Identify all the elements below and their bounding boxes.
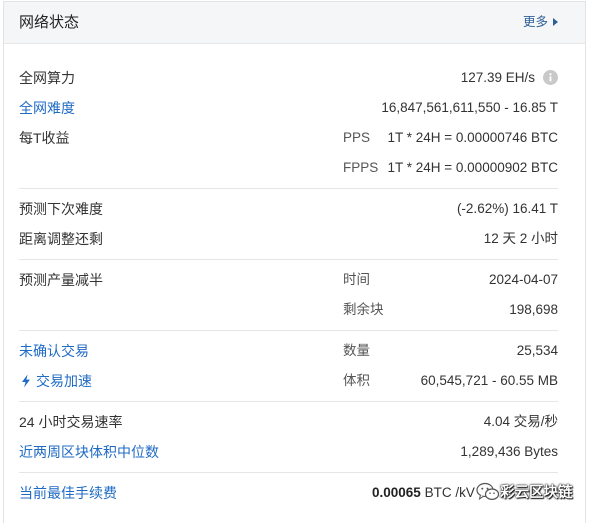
row-tx-rate: 24 小时交易速率 4.04 交易/秒 — [19, 407, 558, 437]
group-fee: 当前最佳手续费 0.00065 BTC /kV 彩云区块链 — [19, 473, 573, 513]
group-adjustment: 预测下次难度 (-2.62%) 16.41 T 距离调整还剩 12 天 2 小时 — [19, 189, 558, 260]
unconfirmed-link[interactable]: 未确认交易 — [19, 336, 89, 366]
halving-blocks-label: 剩余块 — [343, 302, 384, 317]
row-median-block-size: 近两周区块体积中位数 1,289,436 Bytes — [19, 437, 558, 467]
row-difficulty: 全网难度 16,847,561,611,550 - 16.85 T — [19, 93, 558, 123]
row-earnings-fpps: FPPS 1T * 24H = 0.00000902 BTC — [19, 153, 558, 183]
fpps-value: 1T * 24H = 0.00000902 BTC — [387, 160, 559, 175]
tx-rate-value: 4.04 交易/秒 — [483, 414, 558, 429]
group-mining: 全网算力 127.39 EH/s 全网难度 16,847,561,611,550… — [19, 58, 558, 189]
adjustment-remaining-value: 12 天 2 小时 — [483, 231, 558, 246]
halving-blocks-value: 198,698 — [509, 302, 558, 317]
pps-value: 1T * 24H = 0.00000746 BTC — [387, 130, 559, 145]
watermark: 彩云区块链 — [476, 478, 573, 508]
more-label: 更多 — [522, 15, 548, 29]
mempool-size-label: 体积 — [343, 373, 370, 388]
best-fee-amount: 0.00065 — [372, 485, 421, 500]
best-fee-link[interactable]: 当前最佳手续费 — [19, 478, 117, 508]
group-halving: 预测产量减半 时间 2024-04-07 剩余块 198,698 — [19, 260, 558, 331]
row-next-difficulty: 预测下次难度 (-2.62%) 16.41 T — [19, 194, 558, 224]
row-accelerate: 交易加速 体积 60,545,721 - 60.55 MB — [19, 366, 558, 396]
median-block-size-link[interactable]: 近两周区块体积中位数 — [19, 437, 159, 467]
best-fee-value: 0.00065 BTC /kV — [372, 478, 475, 508]
accelerate-label: 交易加速 — [36, 373, 92, 389]
unconfirmed-count-value: 25,534 — [516, 343, 558, 358]
row-earnings-pps: 每T收益 PPS 1T * 24H = 0.00000746 BTC — [19, 123, 558, 153]
panel-title: 网络状态 — [19, 14, 80, 31]
halving-label: 预测产量减半 — [19, 272, 103, 288]
accelerate-link[interactable]: 交易加速 — [19, 366, 92, 396]
pps-label: PPS — [343, 130, 371, 145]
group-throughput: 24 小时交易速率 4.04 交易/秒 近两周区块体积中位数 1,289,436… — [19, 402, 558, 473]
fpps-label: FPPS — [343, 160, 379, 175]
earnings-label: 每T收益 — [19, 130, 70, 146]
unconfirmed-count-label: 数量 — [343, 343, 370, 358]
next-difficulty-label: 预测下次难度 — [19, 201, 103, 217]
row-halving-time: 预测产量减半 时间 2024-04-07 — [19, 265, 558, 295]
halving-time-label: 时间 — [343, 272, 370, 287]
difficulty-value: 16,847,561,611,550 - 16.85 T — [381, 100, 558, 115]
tx-rate-label: 24 小时交易速率 — [19, 414, 123, 430]
panel-header: 网络状态 更多 — [4, 2, 585, 44]
panel-body: 全网算力 127.39 EH/s 全网难度 16,847,561,611,550… — [4, 44, 585, 513]
best-fee-unit: BTC /kV — [424, 485, 475, 500]
wechat-logo-icon — [476, 482, 500, 502]
group-mempool: 未确认交易 数量 25,534 交易加速 体积 60,545,721 - 60.… — [19, 331, 558, 402]
row-adjustment-remaining: 距离调整还剩 12 天 2 小时 — [19, 224, 558, 254]
median-block-size-value: 1,289,436 Bytes — [460, 444, 558, 459]
row-halving-blocks: 剩余块 198,698 — [19, 295, 558, 325]
watermark-text: 彩云区块链 — [500, 485, 573, 501]
hashrate-value-group: 127.39 EH/s — [461, 63, 558, 93]
row-best-fee: 当前最佳手续费 0.00065 BTC /kV 彩云区块链 — [19, 478, 573, 508]
halving-time-value: 2024-04-07 — [488, 272, 558, 287]
next-difficulty-value: (-2.62%) 16.41 T — [456, 201, 558, 216]
row-hashrate: 全网算力 127.39 EH/s — [19, 63, 558, 93]
hashrate-value: 127.39 EH/s — [460, 70, 535, 85]
caret-right-icon — [553, 17, 558, 26]
row-unconfirmed: 未确认交易 数量 25,534 — [19, 336, 558, 366]
info-icon[interactable] — [543, 69, 558, 85]
lightning-icon — [19, 374, 33, 388]
mempool-size-value: 60,545,721 - 60.55 MB — [420, 373, 558, 388]
hashrate-label: 全网算力 — [19, 70, 75, 86]
more-link[interactable]: 更多 — [523, 2, 558, 43]
network-status-panel: 网络状态 更多 全网算力 127.39 EH/s 全网难度 16,847,561… — [3, 1, 586, 523]
adjustment-remaining-label: 距离调整还剩 — [19, 231, 103, 247]
difficulty-link[interactable]: 全网难度 — [19, 93, 75, 123]
